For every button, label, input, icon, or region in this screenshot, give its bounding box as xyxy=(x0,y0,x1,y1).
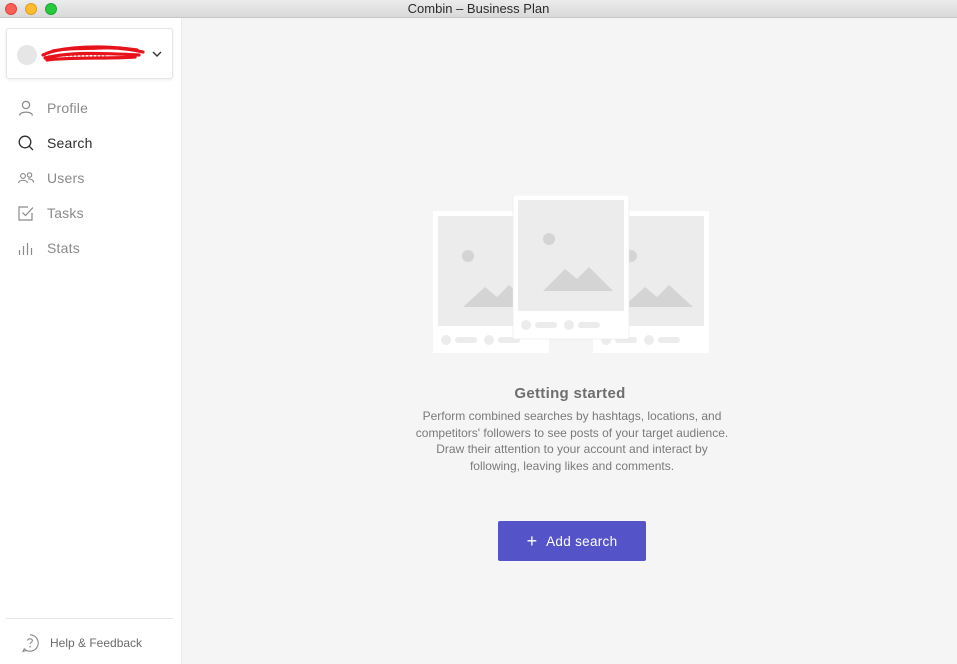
help-feedback-link[interactable]: Help & Feedback xyxy=(20,633,142,653)
window-title: Combin – Business Plan xyxy=(407,1,550,16)
add-search-button[interactable]: + Add search xyxy=(498,521,646,561)
center-photo-card xyxy=(512,195,630,340)
search-icon xyxy=(18,135,34,150)
user-icon xyxy=(18,100,34,116)
empty-state-title: Getting started xyxy=(514,385,626,402)
avatar xyxy=(17,45,37,65)
sidebar: ················ Profile Search Users Ta… xyxy=(0,18,182,664)
help-question-icon xyxy=(22,634,39,653)
redaction-scribble xyxy=(41,45,145,62)
help-feedback-label: Help & Feedback xyxy=(50,636,143,650)
sidebar-item-profile[interactable]: Profile xyxy=(0,90,182,125)
sidebar-nav: Profile Search Users Tasks Stats xyxy=(0,90,182,265)
users-icon xyxy=(17,171,35,183)
add-search-label: Add search xyxy=(546,533,618,549)
sidebar-divider xyxy=(6,618,173,619)
sidebar-item-search[interactable]: Search xyxy=(0,125,182,160)
sidebar-item-label: Tasks xyxy=(47,204,84,221)
sidebar-item-users[interactable]: Users xyxy=(0,160,182,195)
chevron-down-icon xyxy=(152,51,162,57)
sidebar-item-label: Profile xyxy=(47,99,89,116)
stats-bars-icon xyxy=(18,242,33,255)
plus-icon: + xyxy=(526,531,538,551)
empty-state-illustration xyxy=(433,195,709,353)
task-check-icon xyxy=(18,205,34,221)
window-titlebar: Combin – Business Plan xyxy=(0,0,957,18)
sidebar-item-label: Stats xyxy=(47,239,80,256)
account-switcher[interactable]: ················ xyxy=(6,28,173,79)
sidebar-item-stats[interactable]: Stats xyxy=(0,230,182,265)
sidebar-item-tasks[interactable]: Tasks xyxy=(0,195,182,230)
sidebar-item-label: Users xyxy=(47,169,85,186)
main-content: Getting started Perform combined searche… xyxy=(183,18,957,664)
sidebar-item-label: Search xyxy=(47,134,93,151)
empty-state-description: Perform combined searches by hashtags, l… xyxy=(415,409,729,473)
